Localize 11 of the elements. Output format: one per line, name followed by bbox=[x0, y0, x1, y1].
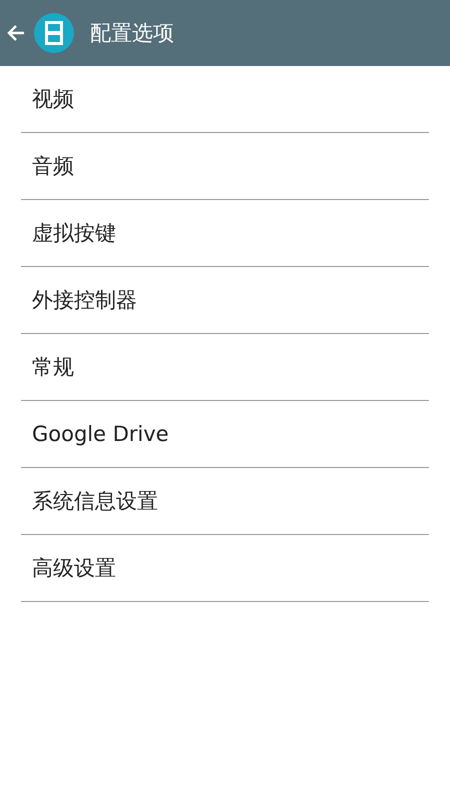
app-logo-icon bbox=[34, 13, 74, 53]
settings-item[interactable]: 系统信息设置 bbox=[21, 468, 429, 535]
page-title: 配置选项 bbox=[90, 20, 174, 47]
settings-item[interactable]: Google Drive bbox=[21, 401, 429, 468]
settings-item[interactable]: 虚拟按键 bbox=[21, 200, 429, 267]
settings-item[interactable]: 外接控制器 bbox=[21, 267, 429, 334]
back-icon[interactable] bbox=[6, 23, 26, 43]
settings-item[interactable]: 高级设置 bbox=[21, 535, 429, 602]
settings-item[interactable]: 视频 bbox=[21, 66, 429, 133]
settings-item[interactable]: 音频 bbox=[21, 133, 429, 200]
settings-item[interactable]: 常规 bbox=[21, 334, 429, 401]
